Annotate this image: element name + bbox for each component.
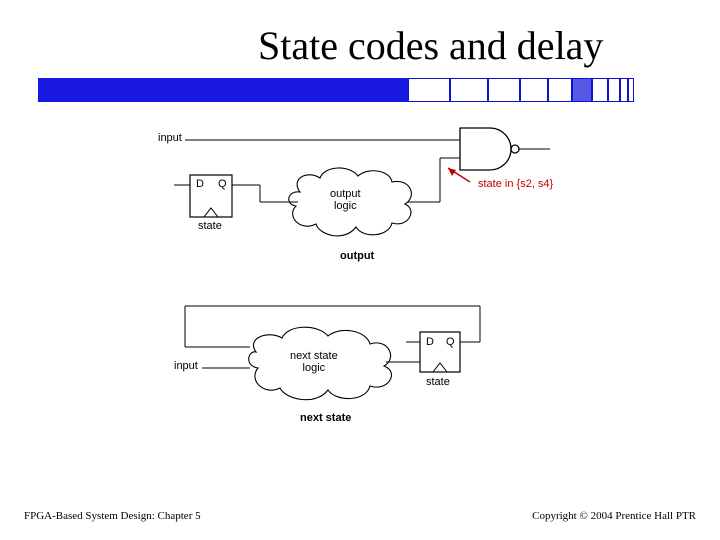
bar-box [488, 78, 520, 102]
bar-box [608, 78, 620, 102]
state-annotation: state in {s2, s4} [478, 178, 553, 190]
bar-box [520, 78, 548, 102]
bar-box [450, 78, 488, 102]
next-state-caption: next state [300, 412, 351, 424]
ff-d-label: D [426, 336, 434, 348]
footer-left: FPGA-Based System Design: Chapter 5 [24, 510, 201, 522]
bar-solid [38, 78, 408, 102]
cloud-label: output logic [330, 188, 361, 212]
bar-box [592, 78, 608, 102]
bar-box [548, 78, 572, 102]
output-caption: output [340, 250, 374, 262]
ff-q-label: Q [218, 178, 227, 190]
decorative-bar [38, 78, 638, 102]
footer-right: Copyright © 2004 Prentice Hall PTR [532, 510, 696, 522]
ff-caption: state [198, 220, 222, 232]
bar-box [408, 78, 450, 102]
ff-d-label: D [196, 178, 204, 190]
ff-caption: state [426, 376, 450, 388]
bar-box [572, 78, 592, 102]
cloud-label: next state logic [290, 350, 338, 374]
input-label: input [174, 360, 198, 372]
bar-box [628, 78, 634, 102]
diagram-area: input D Q state output logic output stat… [130, 120, 590, 470]
input-label: input [158, 132, 182, 144]
ff-q-label: Q [446, 336, 455, 348]
diagram-svg [130, 120, 590, 470]
bar-box [620, 78, 628, 102]
page-title: State codes and delay [258, 22, 603, 69]
